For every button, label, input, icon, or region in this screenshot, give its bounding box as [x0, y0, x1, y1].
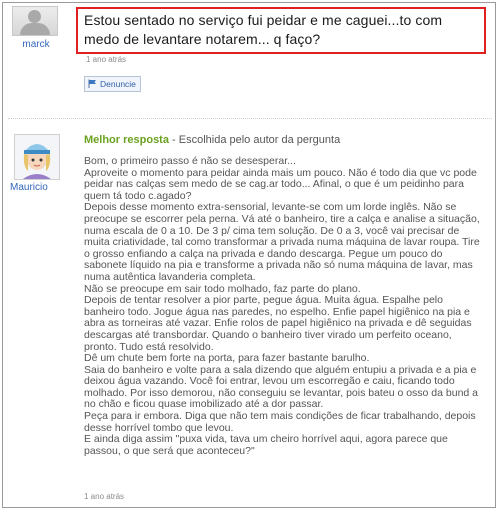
answer-line: Saia do banheiro e volte para a sala diz…: [84, 363, 479, 411]
answer-line: Aproveite o momento para peidar ainda ma…: [84, 166, 477, 202]
question-highlight-box: Estou sentado no serviço fui peidar e me…: [76, 7, 486, 54]
answer-line: Dê um chute bem forte na porta, para faz…: [84, 352, 370, 365]
answer-line: Bom, o primeiro passo é não se desespera…: [84, 155, 296, 167]
cartoon-avatar-icon: [15, 135, 59, 179]
avatar-head-icon: [28, 10, 41, 23]
report-button[interactable]: Denuncie: [84, 76, 141, 92]
flag-icon: [88, 79, 96, 88]
question-timestamp: 1 ano atrás: [86, 55, 127, 64]
answer-body: Bom, o primeiro passo é não se desespera…: [84, 155, 484, 457]
question-text: Estou sentado no serviço fui peidar e me…: [84, 12, 443, 47]
answer-line: Depois de tentar resolver a pior parte, …: [84, 294, 472, 353]
report-label: Denuncie: [100, 79, 136, 89]
best-answer-subtitle: - Escolhida pelo autor da pergunta: [168, 134, 341, 146]
avatar-body-icon: [20, 23, 50, 35]
best-answer-label: Melhor resposta: [84, 134, 169, 146]
question-username[interactable]: marck: [14, 39, 58, 50]
answer-line: E ainda diga assim "puxa vida, tava um c…: [84, 433, 448, 457]
answer-timestamp: 1 ano atrás: [84, 492, 125, 501]
best-answer-header: Melhor resposta - Escolhida pelo autor d…: [84, 134, 340, 146]
answer-username[interactable]: Mauricio: [10, 182, 48, 193]
answer-avatar[interactable]: [14, 134, 60, 180]
answer-line: Depois desse momento extra-sensorial, le…: [84, 201, 480, 283]
section-divider: [8, 118, 492, 119]
question-avatar[interactable]: [12, 6, 58, 36]
answer-line: Peça para ir embora. Diga que não tem ma…: [84, 410, 476, 434]
